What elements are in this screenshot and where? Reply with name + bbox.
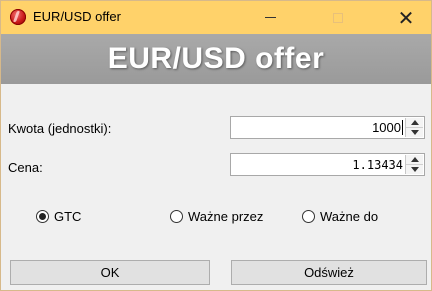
amount-decrement-button[interactable] <box>406 128 423 137</box>
minimize-icon <box>264 17 276 18</box>
radio-valid-for[interactable]: Ważne przez <box>170 209 263 224</box>
app-logo-icon <box>10 9 26 25</box>
header-banner: EUR/USD offer <box>1 34 431 84</box>
price-increment-button[interactable] <box>406 155 423 165</box>
radio-button[interactable] <box>302 210 315 223</box>
radio-button[interactable] <box>170 210 183 223</box>
price-decrement-button[interactable] <box>406 165 423 174</box>
arrow-up-icon <box>410 120 419 125</box>
radio-valid-for-label: Ważne przez <box>188 209 264 224</box>
ok-button[interactable]: OK <box>10 260 210 285</box>
minimize-button[interactable] <box>247 1 293 34</box>
amount-label: Kwota (jednostki): <box>8 121 112 136</box>
maximize-icon <box>333 12 343 23</box>
price-spin-buttons <box>405 155 423 174</box>
maximize-button <box>315 1 361 34</box>
arrow-down-icon <box>410 130 419 135</box>
price-label: Cena: <box>8 160 43 175</box>
amount-increment-button[interactable] <box>406 118 423 128</box>
price-spinbox[interactable]: 1.13434 <box>230 153 425 176</box>
refresh-button[interactable]: Odśwież <box>231 260 427 285</box>
amount-spinbox[interactable]: 1000 <box>230 116 425 139</box>
title-bar[interactable]: EUR/USD offer ✕ <box>1 1 431 34</box>
radio-gtc-label: GTC <box>54 209 82 224</box>
amount-spin-buttons <box>405 118 423 137</box>
text-caret <box>402 120 403 135</box>
banner-title: EUR/USD offer <box>107 42 325 75</box>
arrow-up-icon <box>410 157 419 162</box>
radio-valid-until-label: Ważne do <box>320 209 379 224</box>
radio-button-checked[interactable] <box>36 210 49 223</box>
arrow-down-icon <box>410 167 419 172</box>
amount-value[interactable]: 1000 <box>372 120 401 135</box>
close-button[interactable]: ✕ <box>383 1 429 34</box>
radio-valid-until[interactable]: Ważne do <box>302 209 378 224</box>
price-value[interactable]: 1.13434 <box>352 158 403 172</box>
offer-window: EUR/USD offer ✕ EUR/USD offer Kwota (jed… <box>0 0 432 291</box>
radio-gtc[interactable]: GTC <box>36 209 81 224</box>
window-title: EUR/USD offer <box>33 9 121 24</box>
close-icon: ✕ <box>397 5 415 30</box>
